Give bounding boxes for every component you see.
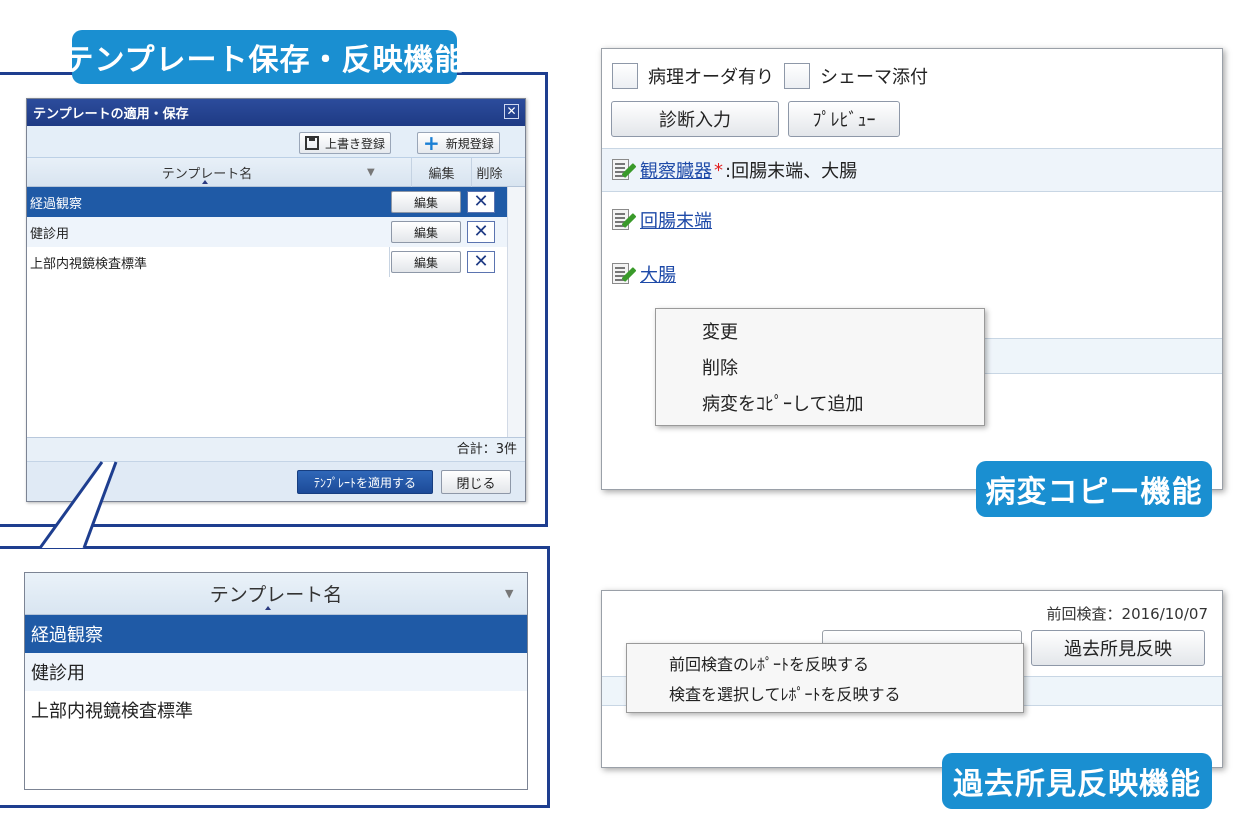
menu-item-change[interactable]: 変更	[702, 315, 738, 347]
lesion-item: 大腸	[612, 261, 676, 287]
edit-button[interactable]: 編集	[391, 221, 461, 243]
template-name: 上部内視鏡検査標準	[30, 256, 148, 272]
template-name: 健診用	[30, 226, 70, 242]
past-findings-feature-label: 過去所見反映機能	[942, 753, 1212, 809]
diagnosis-input-button[interactable]: 診断入力	[611, 101, 779, 137]
column-header-delete: 削除	[471, 158, 507, 187]
template-dialog: テンプレートの適用・保存 ✕ 上書き登録 + 新規登録 テンプレート名 ▼ 編集…	[26, 98, 526, 502]
delete-icon[interactable]: ✕	[467, 221, 495, 243]
dialog-title: テンプレートの適用・保存	[33, 107, 189, 122]
dialog-toolbar: 上書き登録 + 新規登録	[27, 126, 525, 158]
table-row[interactable]: 上部内視鏡検査標準 編集 ✕	[27, 247, 507, 277]
new-register-button[interactable]: + 新規登録	[417, 132, 500, 154]
lesion-copy-feature-label: 病変コピー機能	[976, 461, 1212, 517]
total-count: 合計：3件	[27, 437, 525, 461]
edit-button[interactable]: 編集	[391, 251, 461, 273]
sort-asc-icon	[265, 606, 271, 610]
plus-icon: +	[423, 131, 440, 155]
menu-item-copy-add[interactable]: 病変をｺﾋﾟｰして追加	[702, 387, 863, 419]
delete-icon[interactable]: ✕	[467, 251, 495, 273]
filter-icon[interactable]: ▼	[505, 587, 513, 600]
table-row[interactable]: 経過観察 編集 ✕	[27, 187, 507, 217]
past-findings-button[interactable]: 過去所見反映	[1031, 630, 1205, 666]
checkbox-row: 病理オーダ有り シェーマ添付	[612, 63, 928, 89]
list-item[interactable]: 上部内視鏡検査標準	[25, 691, 527, 729]
edit-note-icon	[612, 159, 637, 181]
schema-label: シェーマ添付	[820, 67, 928, 88]
template-feature-label: テンプレート保存・反映機能	[63, 30, 465, 84]
zoom-column-header[interactable]: テンプレート名	[25, 573, 527, 615]
menu-item-reflect-previous[interactable]: 前回検査のﾚﾎﾟｰﾄを反映する	[669, 648, 869, 678]
lesion-link[interactable]: 大腸	[640, 261, 676, 287]
schema-checkbox[interactable]	[784, 63, 810, 89]
column-header-edit: 編集	[411, 158, 471, 187]
table-row[interactable]: 健診用 編集 ✕	[27, 217, 507, 247]
overwrite-button[interactable]: 上書き登録	[299, 132, 392, 154]
menu-item-delete[interactable]: 削除	[702, 351, 738, 383]
grid-scrollbar[interactable]	[507, 187, 525, 437]
observed-organ-bar: 観察臓器 * :回腸末端、大腸	[602, 148, 1222, 192]
template-name: 経過観察	[30, 196, 83, 212]
lesion-link[interactable]: 回腸末端	[640, 207, 712, 233]
list-item[interactable]: 経過観察	[25, 615, 527, 653]
observed-organ-link[interactable]: 観察臓器	[640, 157, 712, 183]
lesion-item: 回腸末端	[612, 207, 712, 233]
past-findings-context-menu: 前回検査のﾚﾎﾟｰﾄを反映する 検査を選択してﾚﾎﾟｰﾄを反映する	[626, 643, 1024, 713]
lesion-context-menu: 変更 削除 病変をｺﾋﾟｰして追加	[655, 308, 985, 426]
lesion-row-band	[982, 338, 1222, 374]
required-mark: *	[714, 159, 723, 181]
observed-organ-value: :回腸末端、大腸	[725, 161, 858, 182]
filter-icon[interactable]: ▼	[367, 167, 375, 178]
preview-button[interactable]: ﾌﾟﾚﾋﾞｭｰ	[788, 101, 900, 137]
menu-item-select-exam[interactable]: 検査を選択してﾚﾎﾟｰﾄを反映する	[669, 678, 901, 708]
delete-icon[interactable]: ✕	[467, 191, 495, 213]
zoomed-grid: テンプレート名 ▼ 経過観察 健診用 上部内視鏡検査標準	[24, 572, 528, 790]
sort-asc-icon	[202, 180, 208, 184]
list-item[interactable]: 健診用	[25, 653, 527, 691]
new-register-label: 新規登録	[445, 136, 494, 151]
close-icon[interactable]: ✕	[504, 104, 519, 119]
grid-header: テンプレート名 ▼ 編集 削除	[27, 158, 525, 187]
dialog-title-bar: テンプレートの適用・保存 ✕	[27, 99, 525, 126]
pathology-label: 病理オーダ有り	[648, 67, 774, 88]
previous-exam-date: 前回検査：2016/10/07	[1046, 605, 1208, 623]
edit-note-icon	[612, 263, 637, 285]
apply-template-button[interactable]: ﾃﾝﾌﾟﾚｰﾄを適用する	[297, 470, 433, 494]
pathology-checkbox[interactable]	[612, 63, 638, 89]
zoom-header-label: テンプレート名	[209, 584, 343, 606]
edit-note-icon	[612, 209, 637, 231]
close-button[interactable]: 閉じる	[441, 470, 511, 494]
edit-button[interactable]: 編集	[391, 191, 461, 213]
save-icon	[305, 136, 319, 150]
overwrite-label: 上書き登録	[325, 136, 386, 151]
dialog-footer: ﾃﾝﾌﾟﾚｰﾄを適用する 閉じる	[27, 461, 525, 501]
